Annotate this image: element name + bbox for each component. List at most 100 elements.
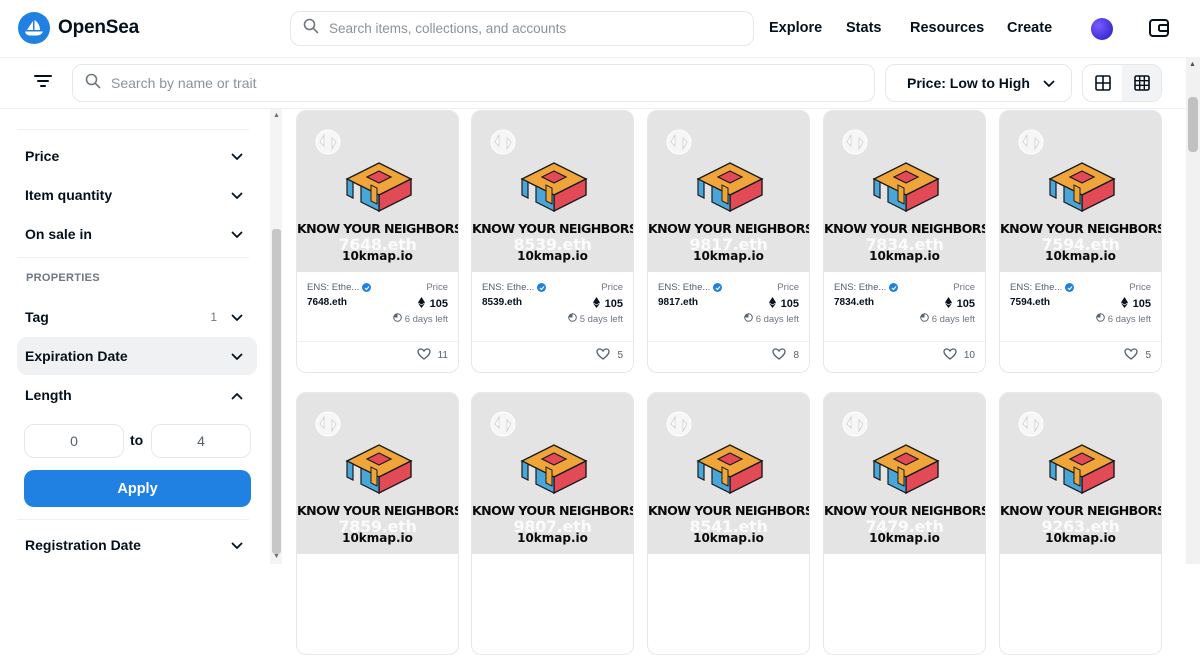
trait-search-box[interactable] (72, 64, 875, 102)
scroll-up-arrow-icon[interactable]: ▲ (273, 112, 280, 119)
time-left-text: 6 days left (404, 313, 448, 325)
sort-dropdown[interactable]: Price: Low to High (885, 64, 1072, 102)
nav-stats[interactable]: Stats (846, 20, 881, 36)
large-grid-icon[interactable] (1083, 65, 1122, 101)
isometric-logo-icon (692, 151, 768, 220)
filter-expiration-date[interactable]: Expiration Date (17, 337, 257, 375)
search-icon (303, 18, 319, 39)
chevron-down-icon (231, 187, 243, 203)
nft-card[interactable]: KNOW YOUR NEIGHBORS 8541.eth 10kmap.io (647, 392, 810, 655)
filter-price-label: Price (25, 148, 60, 164)
apply-button[interactable]: Apply (24, 470, 251, 507)
filter-tag-label: Tag (25, 309, 49, 325)
collection-name[interactable]: ENS: Ethe... (1010, 282, 1075, 293)
eth-icon (1120, 297, 1128, 311)
nft-card[interactable]: KNOW YOUR NEIGHBORS 7594.eth 10kmap.io ENS:… (999, 110, 1162, 373)
length-to-label: to (130, 432, 144, 448)
sort-label: Price: Low to High (907, 75, 1030, 91)
eth-icon (592, 297, 600, 311)
nft-card[interactable]: KNOW YOUR NEIGHBORS 7648.eth 10kmap.io ENS:… (296, 110, 459, 373)
chevron-down-icon (231, 348, 243, 364)
ens-logo-icon (490, 129, 516, 160)
nft-image[interactable]: KNOW YOUR NEIGHBORS 7859.eth 10kmap.io (297, 393, 458, 554)
favorite-button[interactable]: 11 (416, 348, 448, 363)
collection-name[interactable]: ENS: Ethe... (307, 282, 372, 293)
heart-icon (772, 348, 787, 363)
top-nav: OpenSea Explore Stats Resources Create (0, 0, 1200, 57)
nft-card[interactable]: KNOW YOUR NEIGHBORS 9807.eth 10kmap.io (471, 392, 634, 655)
length-max-input[interactable] (151, 424, 251, 458)
isometric-logo-icon (516, 151, 592, 220)
trait-search-input[interactable] (111, 75, 811, 91)
ens-logo-icon (1018, 129, 1044, 160)
image-headline: KNOW YOUR NEIGHBORS (1000, 503, 1162, 518)
small-grid-icon[interactable] (1122, 65, 1161, 101)
ens-logo-icon (315, 129, 341, 160)
isometric-logo-icon (516, 433, 592, 502)
divider (17, 257, 249, 258)
chevron-up-icon (231, 387, 243, 403)
nav-resources[interactable]: Resources (910, 20, 984, 36)
price-label: Price (953, 282, 975, 293)
page-scroll-thumb[interactable] (1188, 97, 1198, 152)
filter-price[interactable]: Price (17, 137, 257, 175)
image-site: 10kmap.io (693, 531, 764, 545)
nav-explore[interactable]: Explore (769, 20, 822, 36)
image-site: 10kmap.io (517, 249, 588, 263)
filter-toggle-icon[interactable] (34, 74, 52, 93)
collection-name[interactable]: ENS: Ethe... (658, 282, 723, 293)
sidebar-scroll-thumb[interactable] (272, 229, 281, 554)
token-name: 7594.eth (1010, 297, 1051, 308)
image-headline: KNOW YOUR NEIGHBORS (1000, 221, 1162, 236)
nft-card[interactable]: KNOW YOUR NEIGHBORS 9817.eth 10kmap.io ENS:… (647, 110, 810, 373)
divider (297, 341, 458, 342)
heart-icon (1124, 348, 1139, 363)
profile-avatar[interactable] (1091, 18, 1113, 40)
nav-create[interactable]: Create (1007, 20, 1052, 36)
nft-image[interactable]: KNOW YOUR NEIGHBORS 9817.eth 10kmap.io (648, 111, 809, 272)
image-headline: KNOW YOUR NEIGHBORS (297, 503, 459, 518)
nft-image[interactable]: KNOW YOUR NEIGHBORS 8541.eth 10kmap.io (648, 393, 809, 554)
nft-image[interactable]: KNOW YOUR NEIGHBORS 7594.eth 10kmap.io (1000, 111, 1161, 272)
nft-image[interactable]: KNOW YOUR NEIGHBORS 9807.eth 10kmap.io (472, 393, 633, 554)
isometric-logo-icon (341, 433, 417, 502)
filter-registration-date[interactable]: Registration Date (17, 526, 257, 564)
favorite-button[interactable]: 10 (943, 348, 975, 363)
filter-tag[interactable]: Tag 1 (17, 298, 257, 336)
global-search-input[interactable] (329, 21, 729, 36)
opensea-logo[interactable]: OpenSea (18, 12, 139, 44)
favorite-button[interactable]: 5 (1124, 348, 1151, 363)
nft-card[interactable]: KNOW YOUR NEIGHBORS 8539.eth 10kmap.io ENS:… (471, 110, 634, 373)
scroll-up-arrow-icon[interactable]: ▲ (1189, 61, 1196, 68)
nft-image[interactable]: KNOW YOUR NEIGHBORS 7479.eth 10kmap.io (824, 393, 985, 554)
time-left: 6 days left (392, 313, 448, 325)
price-amount: 105 (1132, 298, 1151, 310)
filter-length[interactable]: Length (17, 376, 257, 414)
clock-icon (919, 313, 929, 325)
price-value: 105 (1120, 297, 1151, 311)
nft-card[interactable]: KNOW YOUR NEIGHBORS 7859.eth 10kmap.io (296, 392, 459, 655)
global-search-box[interactable] (290, 11, 754, 46)
favorite-button[interactable]: 8 (772, 348, 799, 363)
favorite-button[interactable]: 5 (596, 348, 623, 363)
nft-image[interactable]: KNOW YOUR NEIGHBORS 8539.eth 10kmap.io (472, 111, 633, 272)
image-site: 10kmap.io (342, 531, 413, 545)
filter-on-sale-in-label: On sale in (25, 226, 92, 242)
nft-image[interactable]: KNOW YOUR NEIGHBORS 7834.eth 10kmap.io (824, 111, 985, 272)
nft-card[interactable]: KNOW YOUR NEIGHBORS 7479.eth 10kmap.io (823, 392, 986, 655)
nft-image[interactable]: KNOW YOUR NEIGHBORS 7648.eth 10kmap.io (297, 111, 458, 272)
scroll-down-arrow-icon[interactable]: ▼ (273, 553, 280, 560)
favorite-count: 5 (617, 350, 623, 361)
collection-name[interactable]: ENS: Ethe... (834, 282, 899, 293)
wallet-icon[interactable] (1148, 17, 1170, 44)
nft-image[interactable]: KNOW YOUR NEIGHBORS 9263.eth 10kmap.io (1000, 393, 1161, 554)
length-min-input[interactable] (24, 424, 124, 458)
nft-card[interactable]: KNOW YOUR NEIGHBORS 7834.eth 10kmap.io ENS:… (823, 110, 986, 373)
isometric-logo-icon (1044, 433, 1120, 502)
nft-card[interactable]: KNOW YOUR NEIGHBORS 9263.eth 10kmap.io (999, 392, 1162, 655)
collection-name[interactable]: ENS: Ethe... (482, 282, 547, 293)
favorite-count: 11 (437, 350, 448, 361)
filter-item-quantity[interactable]: Item quantity (17, 176, 257, 214)
clock-icon (392, 313, 402, 325)
filter-on-sale-in[interactable]: On sale in (17, 215, 257, 253)
